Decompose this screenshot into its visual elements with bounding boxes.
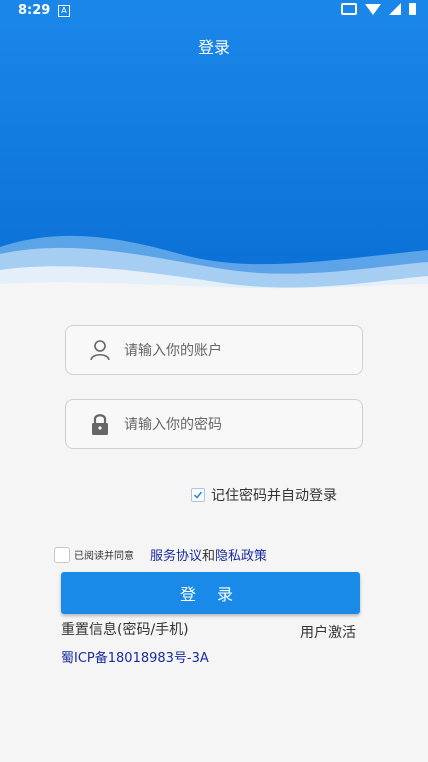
password-field[interactable] (65, 399, 363, 450)
wave-background (0, 22, 428, 292)
battery-icon (409, 3, 416, 15)
agreement-prefix: 已阅读并同意 (74, 551, 134, 562)
privacy-policy-link[interactable]: 隐私政策 (215, 545, 267, 564)
status-bar: 8:29 A (0, 0, 428, 22)
service-agreement-link[interactable]: 服务协议 (150, 545, 202, 564)
agreement-and: 和 (202, 549, 216, 564)
header-banner: 登录 (0, 22, 428, 292)
remember-checkbox[interactable] (191, 488, 205, 502)
status-icons (341, 3, 416, 15)
reset-info-link[interactable]: 重置信息(密码/手机) (61, 619, 189, 639)
checkmark-icon (193, 491, 203, 499)
cellular-icon (389, 3, 401, 15)
icp-record-link[interactable]: 蜀ICP备18018983号-3A (61, 647, 209, 666)
account-field[interactable] (65, 325, 363, 376)
login-button[interactable]: 登 录 (61, 572, 360, 614)
agreement-row: 已阅读并同意 服务协议 和 隐私政策 (54, 545, 267, 564)
notification-icon: A (58, 5, 70, 17)
vibrate-icon (341, 3, 357, 15)
password-input[interactable] (122, 400, 356, 450)
agreement-checkbox[interactable] (54, 546, 70, 563)
account-input[interactable] (122, 326, 356, 376)
user-activate-link[interactable]: 用户激活 (300, 622, 356, 642)
remember-label: 记住密码并自动登录 (211, 488, 337, 504)
remember-password-option[interactable]: 记住密码并自动登录 (191, 485, 337, 505)
page-title: 登录 (197, 38, 230, 57)
lock-icon (92, 414, 108, 435)
wifi-icon (365, 3, 381, 15)
user-icon (90, 340, 110, 361)
status-time: 8:29 (18, 3, 51, 18)
